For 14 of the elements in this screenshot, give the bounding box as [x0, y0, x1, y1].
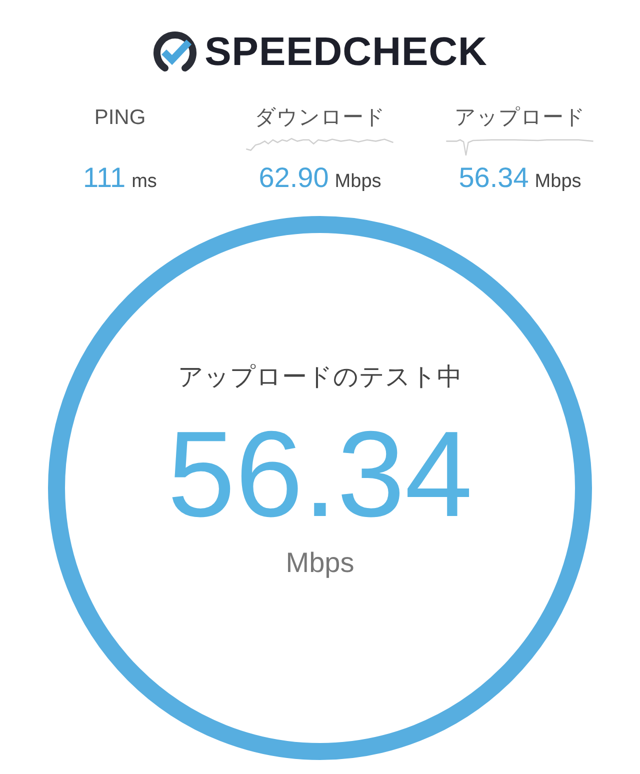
stat-unit: Mbps	[334, 171, 382, 193]
speed-value: 56.34	[167, 409, 473, 539]
logo-icon	[152, 30, 197, 74]
stat-value: 56.34	[458, 162, 529, 194]
stat-unit: ms	[132, 171, 157, 193]
test-status: アップロードのテスト中	[178, 362, 462, 393]
speed-unit: Mbps	[286, 547, 354, 579]
stat-label: PING	[94, 105, 146, 131]
stat-unit: Mbps	[534, 171, 582, 193]
stat-label: ダウンロード	[254, 105, 386, 131]
stat-value: 62.90	[258, 162, 329, 194]
logo-text: SPEEDCHECK	[204, 30, 488, 74]
stat-value: 111	[83, 162, 126, 194]
stat-label: アップロード	[454, 105, 586, 131]
